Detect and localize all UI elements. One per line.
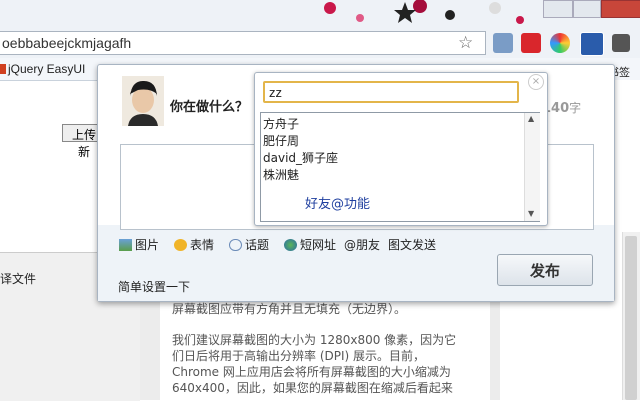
short-url-label: 短网址	[300, 238, 337, 252]
topic-button[interactable]: 话题	[229, 236, 269, 253]
weibo-extension-icon[interactable]	[580, 32, 604, 56]
picture-label: 图片	[135, 238, 160, 252]
avatar	[122, 76, 164, 126]
red-t-extension-icon[interactable]	[521, 33, 541, 53]
emotion-button[interactable]: 表情	[174, 236, 214, 253]
paragraph-screenshot-corners: 屏幕截图应带有方角并且无填充（无边界）。	[172, 302, 407, 316]
color-wheel-extension-icon[interactable]	[550, 33, 570, 53]
paragraph-line: 我们建议屏幕截图的大小为 1280x800 像素，因为它	[172, 333, 457, 347]
list-item[interactable]: 肥仔周	[263, 132, 299, 149]
friend-list	[260, 112, 540, 222]
list-item[interactable]: 方舟子	[263, 115, 299, 132]
globe-icon	[284, 239, 297, 251]
left-panel-label: 译文件	[0, 272, 37, 286]
picture-button[interactable]: 图片	[119, 236, 159, 253]
minimize-button[interactable]	[543, 0, 573, 18]
mention-search-input[interactable]	[263, 81, 519, 103]
short-url-button[interactable]: 短网址	[284, 236, 336, 253]
list-item[interactable]: david_狮子座	[263, 149, 338, 166]
bookmark-jquery-easyui[interactable]: jQuery EasyUI	[8, 62, 85, 76]
publish-button[interactable]: 发布	[497, 254, 593, 286]
count-unit: 字	[569, 101, 582, 115]
friend-button[interactable]: @朋友	[344, 236, 380, 253]
composer-prompt: 你在做什么？	[170, 100, 249, 115]
scroll-up-icon[interactable]: ▲	[528, 114, 534, 123]
easyui-favicon-icon	[0, 64, 6, 74]
paragraph-line: Chrome 网上应用店会将所有屏幕截图的大小缩减为	[172, 365, 451, 379]
list-item[interactable]: 株洲魅	[263, 166, 299, 183]
bookmark-star-icon[interactable]: ☆	[458, 33, 473, 53]
close-window-button[interactable]	[601, 0, 640, 18]
page-scroll-thumb[interactable]	[625, 236, 637, 400]
speech-bubble-icon	[229, 239, 242, 251]
scroll-down-icon[interactable]: ▼	[528, 209, 534, 218]
picture-icon	[119, 239, 132, 251]
paragraph-line: 640x400，因此，如果您的屏幕截图在缩减后看起来	[172, 381, 453, 395]
emotion-label: 表情	[190, 238, 215, 252]
wrench-icon[interactable]	[612, 34, 630, 52]
settings-link[interactable]: 简单设置一下	[118, 278, 190, 295]
close-icon[interactable]: ×	[528, 74, 544, 90]
mention-hint: 好友@功能	[305, 197, 371, 212]
topic-label: 话题	[245, 238, 270, 252]
floral-theme-decoration	[324, 0, 524, 24]
window-controls[interactable]	[543, 0, 640, 18]
maximize-button[interactable]	[573, 0, 601, 18]
paragraph-line: 们日后将用于高输出分辨率 (DPI) 展示。目前，	[172, 349, 426, 363]
image-send-button[interactable]: 图文发送	[388, 236, 436, 253]
friend-list-scrollbar[interactable]	[524, 113, 540, 221]
smiley-icon	[174, 239, 187, 251]
calendar-extension-icon[interactable]	[493, 33, 513, 53]
url-text: oebbabeejckmjagafh	[2, 35, 132, 51]
